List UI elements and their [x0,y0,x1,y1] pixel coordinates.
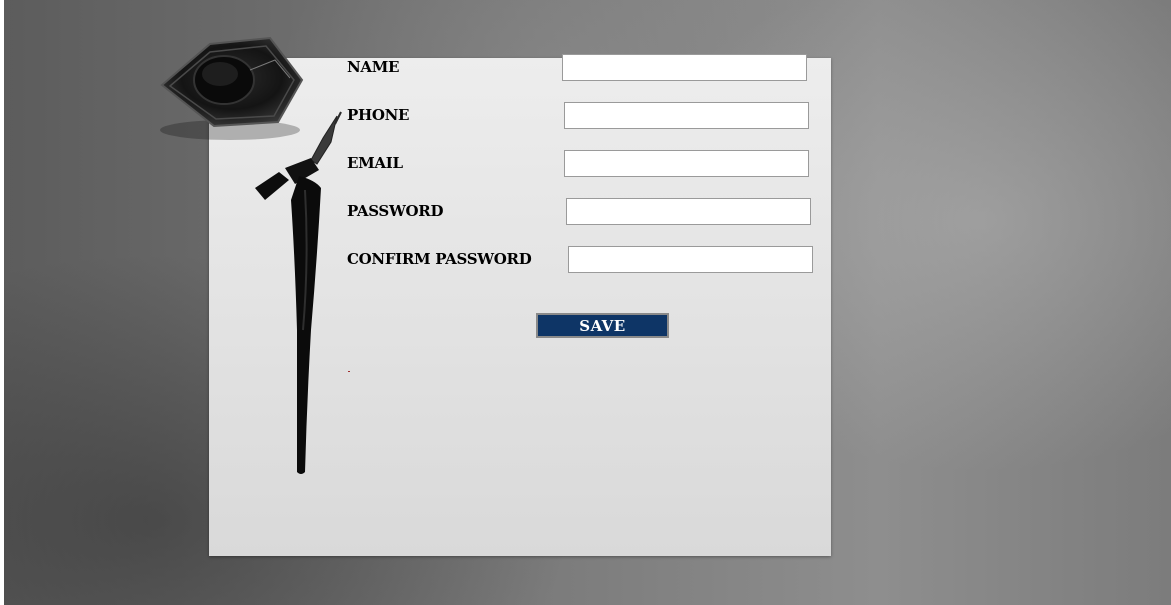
password-field[interactable] [566,198,811,225]
confirm-password-label: CONFIRM PASSWORD [347,250,532,268]
email-field[interactable] [564,150,809,177]
left-edge-strip [0,0,4,605]
status-mark [348,371,350,372]
fountain-pen-icon [255,111,342,474]
email-label: EMAIL [347,154,403,172]
password-label: PASSWORD [347,202,444,220]
name-label: NAME [347,58,400,76]
confirm-password-field[interactable] [568,246,813,273]
phone-label: PHONE [347,106,410,124]
save-button[interactable]: SAVE [536,313,669,338]
phone-field[interactable] [564,102,809,129]
name-field[interactable] [562,54,807,81]
